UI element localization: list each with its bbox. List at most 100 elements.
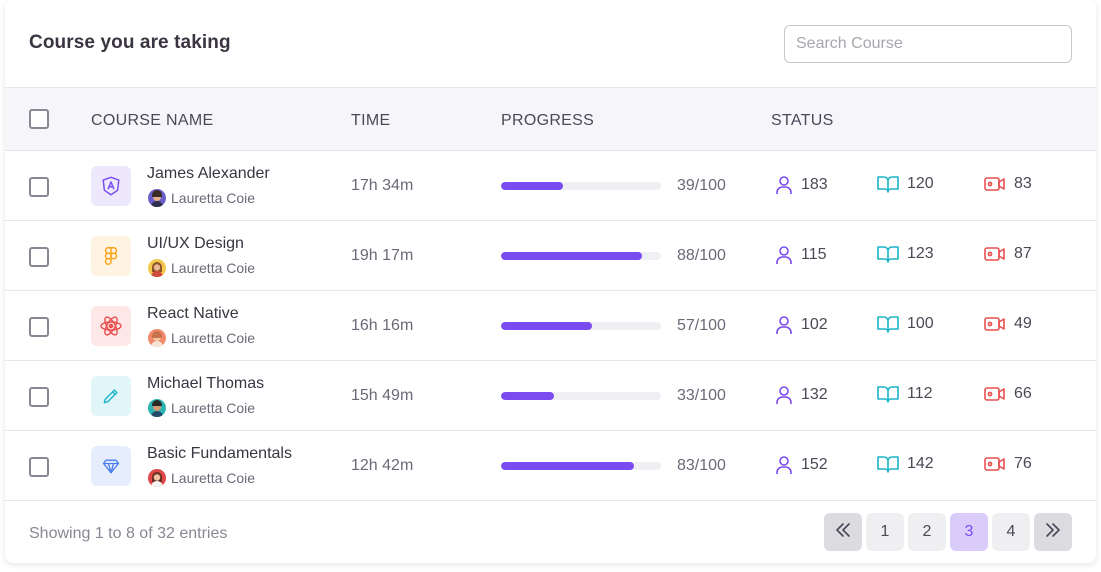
progress-text: 83/100 [677,457,726,474]
book-icon [877,245,899,263]
author-avatar [148,399,166,417]
page-button-3[interactable]: 3 [950,513,988,551]
progress-fill [501,182,564,190]
row-checkbox[interactable] [29,457,49,477]
row-checkbox[interactable] [29,247,49,267]
lessons-count: 142 [907,455,934,472]
column-header-progress[interactable]: PROGRESS [501,112,594,130]
videos-count: 83 [1014,175,1032,192]
page-button-4[interactable]: 4 [992,513,1030,551]
course-name[interactable]: React Native [147,305,239,323]
author-avatar [148,329,166,347]
column-header-status[interactable]: STATUS [771,112,834,130]
lessons-count: 112 [907,385,933,402]
book-icon [877,385,899,403]
table-row[interactable]: UI/UX Design Lauretta Coie 19h 17m 88/10… [5,221,1096,291]
progress-bar [501,252,661,260]
progress-fill [501,392,554,400]
users-count: 115 [801,246,827,263]
next-page-button[interactable] [1034,513,1072,551]
course-name[interactable]: Basic Fundamentals [147,445,292,463]
column-header-course-name[interactable]: COURSE NAME [91,112,213,130]
videos-stat: 76 [984,455,1032,473]
lessons-stat: 112 [877,385,933,403]
lessons-count: 123 [907,245,934,262]
row-checkbox[interactable] [29,387,49,407]
row-checkbox[interactable] [29,177,49,197]
author-name: Lauretta Coie [171,330,256,346]
card-title: Course you are taking [29,32,231,53]
video-icon [984,246,1006,262]
video-icon [984,316,1006,332]
videos-stat: 49 [984,315,1032,333]
users-count: 132 [801,386,828,403]
progress-text: 57/100 [677,317,726,334]
videos-count: 49 [1014,315,1032,332]
prev-page-button[interactable] [824,513,862,551]
users-stat: 183 [775,175,828,195]
select-all-checkbox[interactable] [29,109,49,129]
progress-bar [501,182,661,190]
users-stat: 102 [775,315,828,335]
user-icon [775,455,793,475]
entries-info: Showing 1 to 8 of 32 entries [29,525,228,542]
book-icon [877,175,899,193]
course-name[interactable]: Michael Thomas [147,375,264,393]
user-icon [775,385,793,405]
progress-fill [501,322,593,330]
search-input[interactable] [784,25,1072,63]
course-name[interactable]: UI/UX Design [147,235,244,253]
lessons-stat: 100 [877,315,934,333]
videos-count: 76 [1014,455,1032,472]
table-header: COURSE NAME TIME PROGRESS STATUS [5,87,1096,151]
progress-bar [501,322,661,330]
course-time: 12h 42m [351,457,414,474]
videos-count: 66 [1014,385,1032,402]
lessons-count: 120 [907,175,934,192]
page-button-2[interactable]: 2 [908,513,946,551]
users-stat: 132 [775,385,828,405]
table-footer: Showing 1 to 8 of 32 entries 1234 [5,501,1096,563]
double-chevron-right-icon [1045,522,1061,542]
progress-bar [501,462,661,470]
author-avatar [148,189,166,207]
progress-fill [501,252,642,260]
react-icon [91,306,131,346]
pencil-icon [91,376,131,416]
table-row[interactable]: James Alexander Lauretta Coie 17h 34m 39… [5,151,1096,221]
lessons-count: 100 [907,315,934,332]
course-time: 16h 16m [351,317,414,334]
page-button-1[interactable]: 1 [866,513,904,551]
diamond-icon [91,446,131,486]
angular-icon [91,166,131,206]
course-name[interactable]: James Alexander [147,165,270,183]
users-count: 183 [801,176,828,193]
progress-fill [501,462,634,470]
video-icon [984,176,1006,192]
videos-stat: 83 [984,175,1032,193]
course-time: 17h 34m [351,177,414,194]
user-icon [775,175,793,195]
progress-text: 33/100 [677,387,726,404]
table-row[interactable]: Michael Thomas Lauretta Coie 15h 49m 33/… [5,361,1096,431]
double-chevron-left-icon [835,522,851,542]
progress-text: 39/100 [677,177,726,194]
table-row[interactable]: React Native Lauretta Coie 16h 16m 57/10… [5,291,1096,361]
course-time: 15h 49m [351,387,414,404]
author-avatar [148,259,166,277]
author-name: Lauretta Coie [171,260,256,276]
users-count: 102 [801,316,828,333]
column-header-time[interactable]: TIME [351,112,390,130]
videos-stat: 87 [984,245,1032,263]
table-row[interactable]: Basic Fundamentals Lauretta Coie 12h 42m… [5,431,1096,501]
book-icon [877,315,899,333]
author-name: Lauretta Coie [171,400,256,416]
user-icon [775,315,793,335]
author-name: Lauretta Coie [171,190,256,206]
users-count: 152 [801,456,828,473]
lessons-stat: 142 [877,455,934,473]
author-name: Lauretta Coie [171,470,256,486]
author-avatar [148,469,166,487]
courses-card: Course you are taking COURSE NAME TIME P… [5,0,1096,563]
row-checkbox[interactable] [29,317,49,337]
